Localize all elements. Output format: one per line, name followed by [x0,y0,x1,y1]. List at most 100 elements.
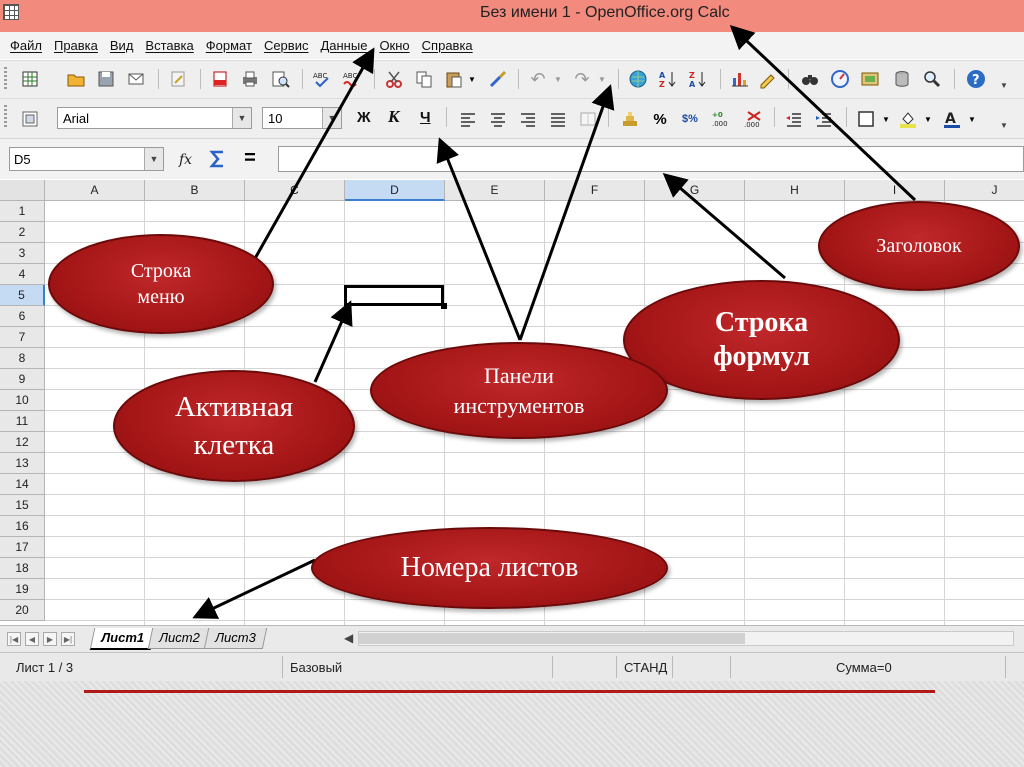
row-header-16[interactable]: 16 [0,516,45,537]
sum-icon[interactable] [208,149,228,169]
help-icon[interactable]: ? [966,69,986,89]
menu-tools[interactable]: Сервис [264,38,309,53]
borders-icon[interactable] [856,109,876,129]
row-header-20[interactable]: 20 [0,600,45,621]
row-header-19[interactable]: 19 [0,579,45,600]
calc-app-icon[interactable] [3,4,19,20]
toolbar-options-icon[interactable]: ▼ [998,115,1010,135]
menu-format[interactable]: Формат [206,38,252,53]
font-color-icon[interactable]: A [942,109,962,129]
print-icon[interactable] [240,69,260,89]
open-folder-icon[interactable] [66,69,86,89]
column-header-h[interactable]: H [745,180,845,201]
chevron-down-icon[interactable]: ▼ [144,148,163,170]
row-header-12[interactable]: 12 [0,432,45,453]
menu-window[interactable]: Окно [379,38,409,53]
decrease-indent-icon[interactable] [784,109,804,129]
prev-sheet-icon[interactable]: ◀ [25,632,39,646]
row-header-11[interactable]: 11 [0,411,45,432]
sheet-tab-2[interactable]: Лист2 [147,628,211,649]
menu-edit[interactable]: Правка [54,38,98,53]
select-all-corner[interactable] [0,180,45,201]
name-box[interactable]: D5 ▼ [9,147,164,171]
scroll-left-icon[interactable]: ◀ [344,631,353,645]
row-header-18[interactable]: 18 [0,558,45,579]
sort-descending-icon[interactable]: ZA [688,69,708,89]
toolbar-grip[interactable] [4,67,7,91]
scrollbar-thumb[interactable] [359,633,745,644]
zoom-icon[interactable] [922,69,942,89]
undo-icon[interactable]: ↶ [528,69,548,89]
copy-icon[interactable] [414,69,434,89]
toolbar-grip[interactable] [4,105,7,129]
last-sheet-icon[interactable]: ▶| [61,632,75,646]
row-header-1[interactable]: 1 [0,201,45,222]
clone-formatting-icon[interactable] [488,69,508,89]
background-color-icon[interactable] [898,109,918,129]
row-header-4[interactable]: 4 [0,264,45,285]
new-document-icon[interactable] [20,69,40,89]
merge-cells-icon[interactable] [578,109,598,129]
menu-insert[interactable]: Вставка [145,38,193,53]
first-sheet-icon[interactable]: |◀ [7,632,21,646]
draw-functions-icon[interactable] [758,69,778,89]
align-left-icon[interactable] [458,109,478,129]
column-header-j[interactable]: J [945,180,1024,201]
justify-icon[interactable] [548,109,568,129]
menu-file[interactable]: Файл [10,38,42,53]
column-header-g[interactable]: G [645,180,745,201]
currency-format-icon[interactable] [620,109,640,129]
cut-icon[interactable] [384,69,404,89]
formula-input[interactable] [278,146,1024,172]
chevron-down-icon[interactable]: ▼ [232,108,251,128]
background-dropdown-icon[interactable]: ▼ [922,109,934,129]
row-header-13[interactable]: 13 [0,453,45,474]
redo-icon[interactable]: ↷ [572,69,592,89]
column-header-e[interactable]: E [445,180,545,201]
font-size-combobox[interactable]: 10 ▼ [262,107,342,129]
paste-icon[interactable] [444,69,464,89]
menu-help[interactable]: Справка [422,38,473,53]
row-header-17[interactable]: 17 [0,537,45,558]
active-cell-d5[interactable] [344,285,444,306]
undo-dropdown-icon[interactable]: ▼ [552,69,564,89]
row-header-10[interactable]: 10 [0,390,45,411]
email-icon[interactable] [126,69,146,89]
status-page-style[interactable]: Базовый [290,660,342,675]
row-header-5[interactable]: 5 [0,285,45,306]
row-header-15[interactable]: 15 [0,495,45,516]
column-header-f[interactable]: F [545,180,645,201]
print-preview-icon[interactable] [270,69,290,89]
row-header-8[interactable]: 8 [0,348,45,369]
column-header-b[interactable]: B [145,180,245,201]
align-center-icon[interactable] [488,109,508,129]
export-pdf-icon[interactable] [210,69,230,89]
chevron-down-icon[interactable]: ▼ [322,108,341,128]
find-replace-icon[interactable] [800,69,820,89]
row-header-6[interactable]: 6 [0,306,45,327]
menu-view[interactable]: Вид [110,38,134,53]
redo-dropdown-icon[interactable]: ▼ [596,69,608,89]
fill-handle[interactable] [441,303,447,309]
styles-formatting-icon[interactable] [20,109,40,129]
spellcheck-icon[interactable]: ABC [312,69,332,89]
bold-button[interactable]: Ж [357,109,371,126]
row-header-3[interactable]: 3 [0,243,45,264]
paste-dropdown-icon[interactable]: ▼ [466,69,478,89]
navigator-icon[interactable] [830,69,850,89]
row-header-2[interactable]: 2 [0,222,45,243]
sort-ascending-icon[interactable]: AZ [658,69,678,89]
sheet-tab-3[interactable]: Лист3 [203,628,267,649]
column-header-d[interactable]: D [345,180,445,201]
standard-format-button[interactable]: $% [680,109,700,129]
data-sources-icon[interactable] [892,69,912,89]
font-name-combobox[interactable]: Arial ▼ [57,107,252,129]
align-right-icon[interactable] [518,109,538,129]
row-header-7[interactable]: 7 [0,327,45,348]
column-header-c[interactable]: C [245,180,345,201]
add-decimal-icon[interactable]: +0.000 [712,109,732,129]
hyperlink-icon[interactable] [628,69,648,89]
menu-data[interactable]: Данные [320,38,367,53]
horizontal-scrollbar[interactable] [358,631,1014,646]
borders-dropdown-icon[interactable]: ▼ [880,109,892,129]
